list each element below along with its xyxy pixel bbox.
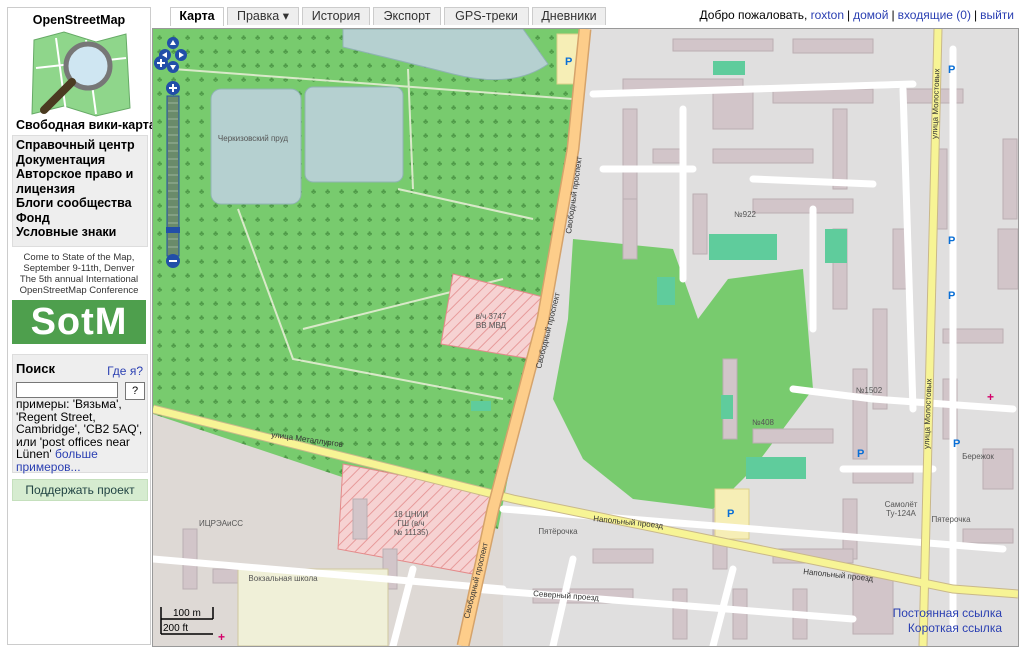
map-label: Вокзальная школа [248, 574, 318, 583]
scale-ft-label: 200 ft [163, 623, 188, 634]
parking-icon: P [565, 56, 572, 68]
link-foundation[interactable]: Фонд [16, 211, 147, 226]
map-label: в/ч 3747 [476, 312, 507, 321]
osm-logo-icon[interactable] [26, 28, 136, 118]
map-view[interactable]: ♣ [152, 28, 1019, 647]
sotm-text: Come to State of the Map, [23, 252, 135, 263]
map-label: Черкизовский пруд [218, 134, 288, 143]
greeting-text: Добро пожаловать, [699, 8, 808, 22]
map-label: Бережок [962, 452, 994, 461]
user-bar: Добро пожаловать, roxton | домой | входящие … [699, 8, 1014, 22]
tab-map[interactable]: Карта [170, 7, 224, 26]
tab-gps-traces[interactable]: GPS-треки [444, 7, 529, 25]
layer-switcher-icon[interactable] [153, 55, 169, 71]
permalink-link[interactable]: Постоянная ссылка [893, 606, 1002, 620]
map-label: ВВ МВД [476, 321, 507, 330]
sotm-logo: SotM [12, 300, 146, 344]
map-label: №408 [752, 418, 774, 427]
map-label: Пятерочка [931, 515, 971, 524]
pond-west [210, 88, 302, 205]
sotm-text: The 5th annual International [19, 274, 139, 285]
sidebar: OpenStreetMap Свободная вики-карта мира … [7, 7, 191, 645]
map-tiles[interactable]: ♣ [153, 29, 1018, 646]
pharmacy-icon: + [218, 630, 225, 644]
map-label: Пятёрочка [538, 527, 578, 536]
logout-link[interactable]: выйти [980, 8, 1014, 22]
map-label: №1502 [856, 386, 883, 395]
parking-icon: P [948, 64, 955, 76]
map-label: № 11135) [394, 528, 429, 537]
map-label: ГШ (в/ч [397, 519, 424, 528]
home-link[interactable]: домой [853, 8, 888, 22]
parking-icon: P [948, 290, 955, 302]
map-label: Самолёт [885, 500, 918, 509]
map-label: Ту-124А [886, 509, 916, 518]
pharmacy-icon: + [987, 390, 994, 404]
user-name-link[interactable]: roxton [811, 8, 844, 22]
donate-button[interactable]: Поддержать проект [12, 479, 148, 501]
map-label: ИЦРЭАиСС [199, 519, 243, 528]
parking-icon: P [857, 448, 864, 460]
where-am-i-link[interactable]: Где я? [107, 364, 143, 378]
tab-edit[interactable]: Правка ▾ [227, 7, 299, 25]
search-title: Поиск [16, 361, 56, 376]
sotm-banner[interactable]: Come to State of the Map, September 9-11… [12, 248, 146, 348]
link-copyright[interactable]: Авторское право и лицензия [16, 167, 147, 196]
shortlink-link[interactable]: Короткая ссылка [908, 621, 1002, 635]
link-documentation[interactable]: Документация [16, 153, 147, 168]
search-panel: Поиск Где я? ? примеры: 'Вязьма', 'Regen… [12, 354, 148, 473]
pond-east [304, 86, 404, 183]
permalink-links: Постоянная ссылка Короткая ссылка [893, 606, 1002, 636]
scale-m-label: 100 m [173, 608, 201, 619]
parking-icon: P [948, 235, 955, 247]
link-community-blogs[interactable]: Блоги сообщества [16, 196, 147, 211]
parking-icon: P [727, 508, 734, 520]
sotm-text: OpenStreetMap Conference [19, 285, 139, 296]
tab-export[interactable]: Экспорт [373, 7, 441, 25]
map-label: №922 [734, 210, 756, 219]
link-map-key[interactable]: Условные знаки [16, 225, 147, 240]
parking-icon: P [953, 438, 960, 450]
zoom-control[interactable] [165, 81, 181, 269]
inbox-link[interactable]: входящие (0) [898, 8, 971, 22]
tab-history[interactable]: История [302, 7, 370, 25]
link-help-center[interactable]: Справочный центр [16, 138, 147, 153]
map-label: 18 ЦНИИ [394, 510, 429, 519]
sotm-text: September 9-11th, Denver [23, 263, 135, 274]
zoom-slider-handle[interactable] [166, 227, 180, 233]
search-input[interactable] [16, 382, 118, 398]
help-links: Справочный центр Документация Авторское … [12, 135, 148, 247]
site-logo[interactable]: OpenStreetMap Свободная вики-карта мира [12, 10, 191, 138]
tab-diaries[interactable]: Дневники [532, 7, 606, 25]
site-name[interactable]: OpenStreetMap [12, 13, 146, 27]
search-examples: примеры: 'Вязьма', 'Regent Street, Cambr… [16, 398, 146, 473]
